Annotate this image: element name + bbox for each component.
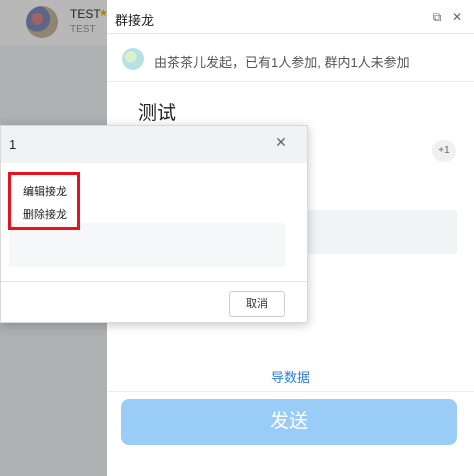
initiator-avatar	[122, 48, 144, 70]
relay-entry-field[interactable]	[297, 210, 457, 254]
edit-relay-menu-item[interactable]: 编辑接龙	[23, 183, 67, 199]
divider	[107, 33, 474, 34]
divider	[107, 391, 474, 392]
close-icon[interactable]: ✕	[451, 11, 463, 23]
relay-options-dialog: 1 ✕ 编辑接龙 删除接龙 取消	[0, 125, 308, 323]
export-data-link[interactable]: 导数据	[107, 367, 474, 386]
restore-window-icon[interactable]: ⧉	[431, 11, 443, 23]
participant-count-badge: +1	[432, 140, 456, 162]
panel-title: 群接龙	[115, 13, 155, 28]
send-button[interactable]: 发送	[121, 399, 457, 445]
relay-topic-title: 测试	[138, 103, 177, 124]
initiator-info: 由茶茶儿发起，已有1人参加, 群内1人未参加	[154, 55, 410, 70]
dialog-header: 1 ✕	[1, 126, 307, 163]
delete-relay-menu-item[interactable]: 删除接龙	[23, 206, 67, 222]
cancel-button[interactable]: 取消	[229, 291, 285, 317]
close-icon[interactable]: ✕	[273, 135, 289, 151]
dialog-title: 1	[9, 137, 17, 152]
divider	[107, 81, 474, 82]
divider	[1, 281, 307, 282]
